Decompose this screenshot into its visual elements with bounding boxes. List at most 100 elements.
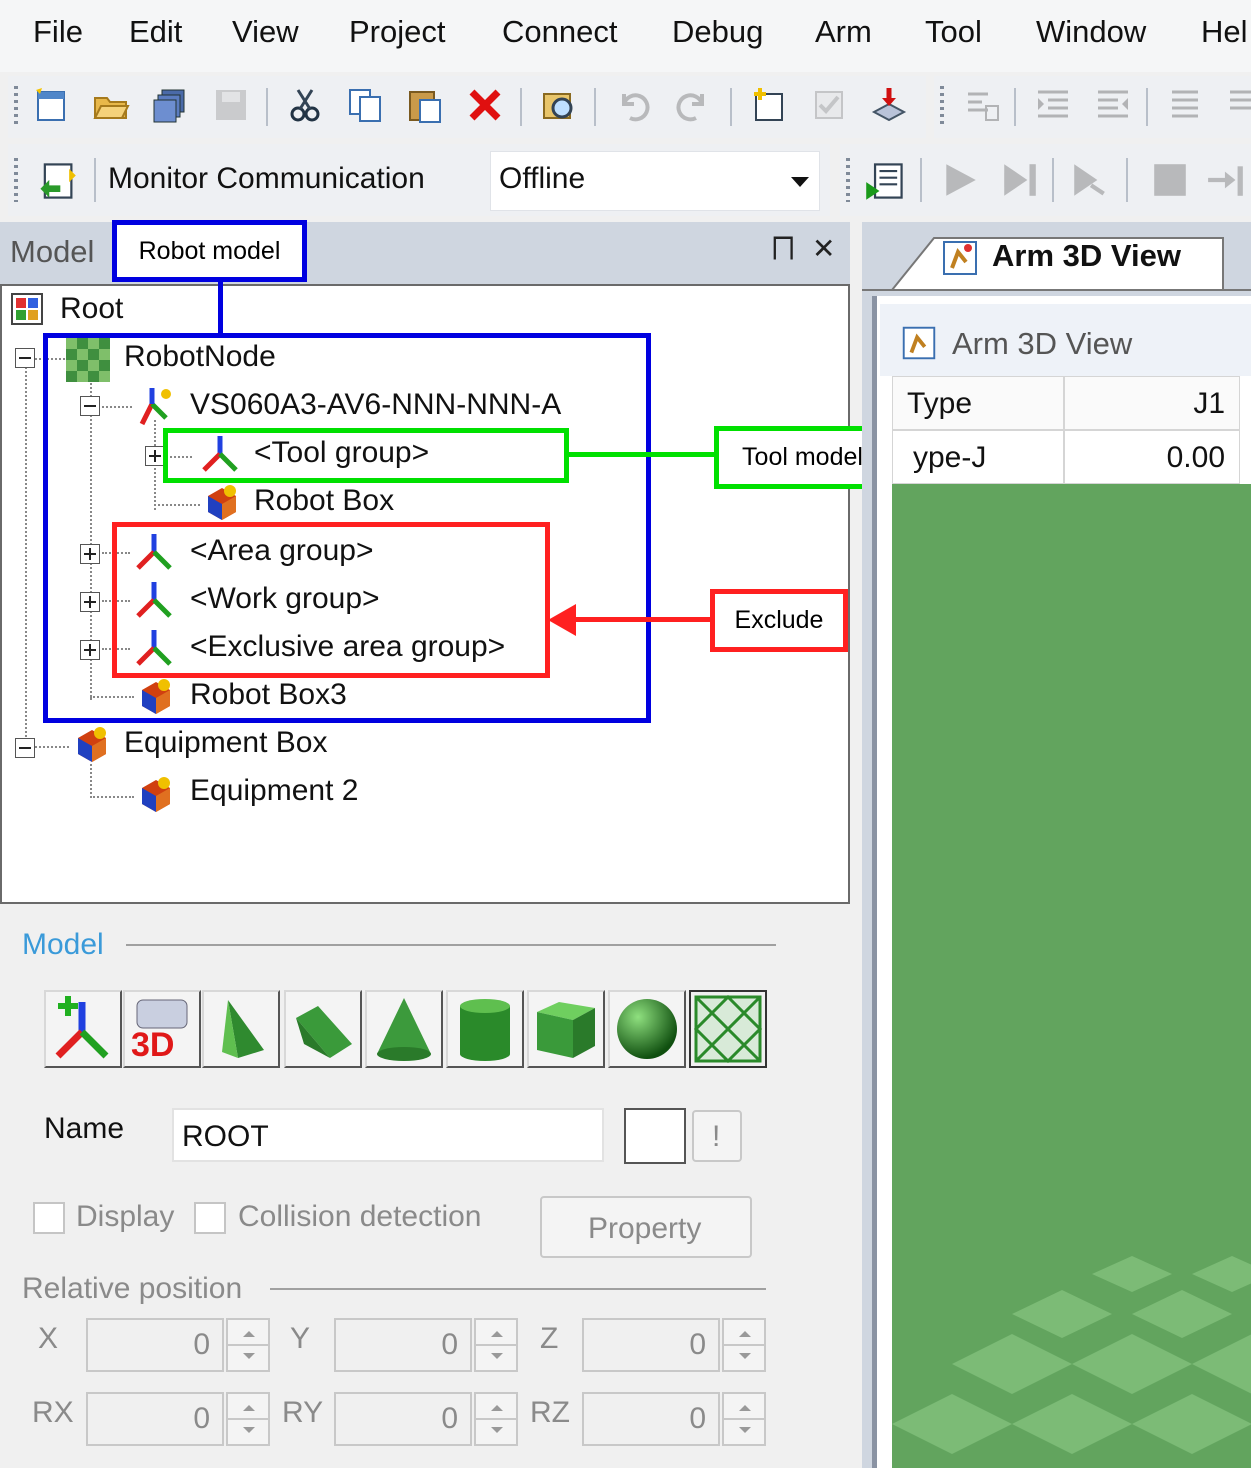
arm-3d-view-titlebar: Arm 3D View: [880, 304, 1251, 376]
joint-table: Type J1 ype-J 0.00: [892, 376, 1251, 484]
svg-text:3D: 3D: [131, 1026, 174, 1064]
pin-icon[interactable]: ⨅: [772, 232, 794, 265]
undo-icon[interactable]: [614, 86, 652, 124]
stop-icon[interactable]: [1150, 160, 1190, 200]
download-icon[interactable]: [870, 86, 908, 124]
display-checkbox[interactable]: [33, 1202, 65, 1234]
add-sphere-button[interactable]: [608, 990, 686, 1068]
rx-spinner[interactable]: [226, 1392, 270, 1446]
add-wedge-button[interactable]: [284, 990, 362, 1068]
run-program-icon[interactable]: [864, 160, 906, 202]
add-item-icon[interactable]: [750, 86, 788, 124]
toolbar-grip[interactable]: [14, 158, 18, 202]
tree-node-equipment2[interactable]: Equipment 2: [190, 774, 358, 808]
new-project-icon[interactable]: [32, 86, 70, 124]
x-input[interactable]: 0: [86, 1318, 224, 1372]
add-3d-model-button[interactable]: 3D: [123, 990, 201, 1068]
exclamation-icon: !: [712, 1120, 721, 1153]
tree-node-root[interactable]: Root: [60, 292, 123, 326]
arm-3d-view-window-icon: [902, 326, 936, 360]
cube-icon: [537, 1002, 595, 1058]
paste-icon[interactable]: [406, 86, 444, 124]
redo-icon[interactable]: [674, 86, 712, 124]
3d-viewport[interactable]: [892, 484, 1251, 1468]
toolbar-separator: [594, 88, 596, 126]
indent-icon[interactable]: [1034, 86, 1072, 124]
menu-project[interactable]: Project: [349, 14, 445, 50]
menu-arm[interactable]: Arm: [815, 14, 872, 50]
y-spinner[interactable]: [474, 1318, 518, 1372]
copy-icon[interactable]: [346, 86, 384, 124]
toolbar-grip[interactable]: [14, 86, 18, 128]
close-icon[interactable]: ✕: [812, 232, 835, 265]
save-icon[interactable]: [212, 86, 250, 124]
collapse-icon[interactable]: [15, 348, 35, 368]
menu-file[interactable]: File: [33, 14, 83, 50]
toolbar-separator: [1052, 158, 1054, 202]
collision-detection-label: Collision detection: [238, 1200, 482, 1233]
edit-toolbar: [934, 76, 1251, 138]
cut-icon[interactable]: [286, 86, 324, 124]
play-icon[interactable]: [940, 160, 980, 200]
check-icon[interactable]: [810, 86, 848, 124]
name-input-value: ROOT: [182, 1120, 269, 1153]
add-pyramid-button[interactable]: [202, 990, 280, 1068]
add-grid-button[interactable]: [689, 990, 767, 1068]
toolbar-grip[interactable]: [940, 86, 944, 128]
menu-view[interactable]: View: [232, 14, 299, 50]
table-cell-type: ype-J: [892, 430, 1064, 484]
step-icon[interactable]: [1000, 160, 1040, 200]
menu-debug[interactable]: Debug: [672, 14, 763, 50]
add-frame-button[interactable]: [44, 990, 122, 1068]
z-input[interactable]: 0: [582, 1318, 720, 1372]
collapse-icon[interactable]: [15, 738, 35, 758]
save-all-icon[interactable]: [152, 86, 190, 124]
comment-icon[interactable]: [1166, 86, 1204, 124]
find-icon[interactable]: [540, 86, 578, 124]
warning-button[interactable]: !: [692, 1110, 742, 1162]
chevron-down-icon[interactable]: [791, 177, 809, 187]
collision-detection-checkbox[interactable]: [194, 1202, 226, 1234]
rz-input[interactable]: 0: [582, 1392, 720, 1446]
color-swatch[interactable]: [624, 1108, 686, 1164]
ry-input[interactable]: 0: [334, 1392, 472, 1446]
standard-toolbar: [8, 76, 926, 138]
tree-node-equipment-box[interactable]: Equipment Box: [124, 726, 327, 760]
arm-3d-view-tab[interactable]: Arm 3D View: [992, 238, 1181, 274]
step-over-icon[interactable]: [1070, 160, 1110, 200]
tree-connector: [90, 796, 134, 798]
name-input[interactable]: ROOT: [172, 1108, 604, 1162]
communication-mode-value: Offline: [499, 162, 586, 195]
toolbar-grip[interactable]: [846, 158, 850, 202]
add-cylinder-button[interactable]: [446, 990, 524, 1068]
delete-icon[interactable]: [466, 86, 504, 124]
menu-tool[interactable]: Tool: [925, 14, 982, 50]
outdent-icon[interactable]: [1094, 86, 1132, 124]
add-cone-button[interactable]: [365, 990, 443, 1068]
monitor-communication-icon[interactable]: [36, 160, 78, 202]
ry-spinner[interactable]: [474, 1392, 518, 1446]
step-out-icon[interactable]: [1206, 160, 1246, 200]
menu-help[interactable]: Hel: [1201, 14, 1248, 50]
tree-connector: [90, 764, 92, 798]
communication-mode-select[interactable]: Offline: [490, 151, 820, 211]
rz-spinner[interactable]: [722, 1392, 766, 1446]
axes-add-icon: [55, 996, 109, 1059]
format-icon[interactable]: [964, 86, 1002, 124]
table-header-type: Type: [892, 376, 1064, 430]
menu-edit[interactable]: Edit: [129, 14, 182, 50]
floor-grid: [892, 1256, 1251, 1454]
uncomment-icon[interactable]: [1224, 86, 1251, 124]
z-label: Z: [540, 1322, 559, 1355]
z-spinner[interactable]: [722, 1318, 766, 1372]
open-folder-icon[interactable]: [92, 86, 130, 124]
menu-window[interactable]: Window: [1036, 14, 1146, 50]
property-button[interactable]: Property: [540, 1196, 752, 1258]
toolbar-separator: [94, 158, 96, 202]
x-spinner[interactable]: [226, 1318, 270, 1372]
add-box-button[interactable]: [527, 990, 605, 1068]
rx-input[interactable]: 0: [86, 1392, 224, 1446]
menu-connect[interactable]: Connect: [502, 14, 617, 50]
y-input[interactable]: 0: [334, 1318, 472, 1372]
table-cell-j1: 0.00: [1064, 430, 1240, 484]
